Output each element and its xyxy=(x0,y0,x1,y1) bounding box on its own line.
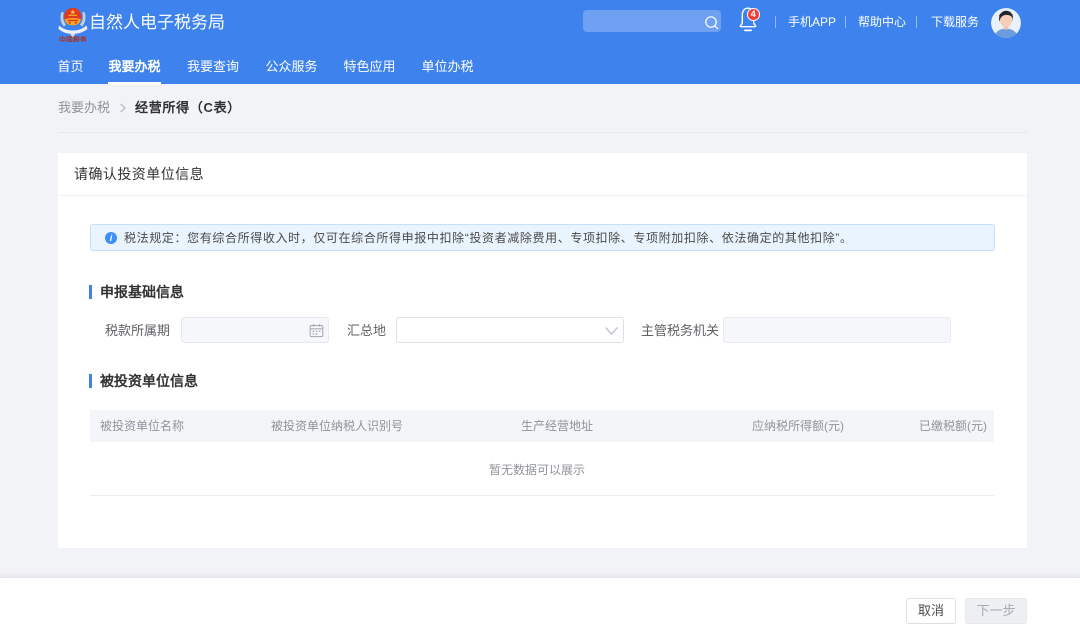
svg-text:中国税务: 中国税务 xyxy=(59,35,87,42)
